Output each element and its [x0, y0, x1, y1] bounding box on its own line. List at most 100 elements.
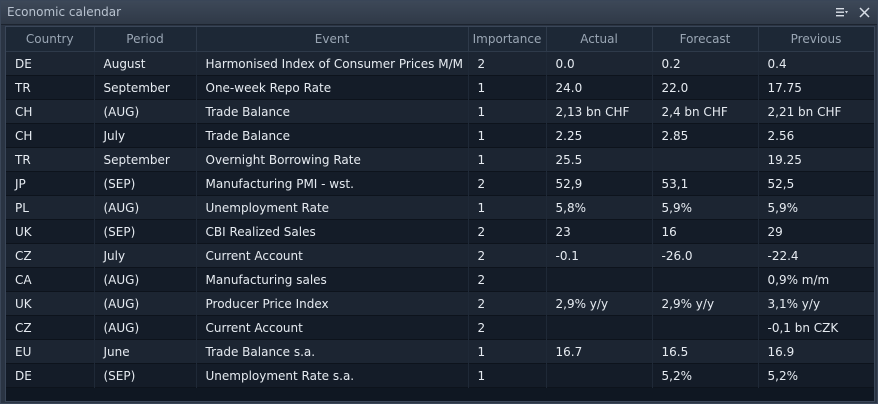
importance-cell: 1 [468, 195, 547, 220]
country-cell: CZ [6, 243, 95, 268]
event-cell: Harmonised Index of Consumer Prices M/M [196, 51, 469, 76]
table-row[interactable]: DE August Harmonised Index of Consumer Pri… [6, 51, 874, 76]
calendar-table-panel: Country Period Event Importance Actual Foreca… [5, 26, 875, 402]
event-cell: Manufacturing PMI - wst. [196, 171, 469, 196]
table-body: DE August Harmonised Index of Consumer Pri… [6, 51, 874, 388]
previous-cell: 29 [758, 219, 874, 244]
forecast-cell: 16 [652, 219, 759, 244]
event-cell: Manufacturing sales [196, 267, 469, 292]
column-importance-header[interactable]: Importance [468, 27, 547, 52]
table-row[interactable]: EU June Trade Balance s.a. 1 16.7 16.5 16.9 [6, 339, 874, 364]
period-cell: (AUG) [94, 195, 197, 220]
column-period-header[interactable]: Period [94, 27, 197, 52]
table-row[interactable]: PL (AUG) Unemployment Rate 1 5,8% 5,9% 5,9% [6, 195, 874, 220]
importance-cell: 1 [468, 339, 547, 364]
forecast-cell: 0.2 [652, 51, 759, 76]
importance-cell: 2 [468, 51, 547, 76]
column-actual-header[interactable]: Actual [546, 27, 653, 52]
table-row[interactable]: CH July Trade Balance 1 2.25 2.85 2.56 [6, 123, 874, 148]
actual-cell: 25.5 [546, 147, 653, 172]
table-row[interactable]: CZ July Current Account 2 -0.1 -26.0 -22.4 [6, 243, 874, 268]
forecast-cell: 5,9% [652, 195, 759, 220]
forecast-cell: 22.0 [652, 75, 759, 100]
actual-cell [546, 315, 653, 340]
economic-calendar-table: Country Period Event Importance Actual Foreca… [6, 27, 874, 388]
actual-cell: 24.0 [546, 75, 653, 100]
country-cell: JP [6, 171, 95, 196]
importance-cell: 1 [468, 147, 547, 172]
forecast-cell [652, 147, 759, 172]
previous-cell: 0.4 [758, 51, 874, 76]
column-previous-header[interactable]: Previous [758, 27, 874, 52]
forecast-cell [652, 267, 759, 292]
period-cell: July [94, 123, 197, 148]
event-cell: Unemployment Rate s.a. [196, 363, 469, 388]
period-cell: September [94, 75, 197, 100]
importance-cell: 2 [468, 267, 547, 292]
importance-cell: 1 [468, 363, 547, 388]
period-cell: (SEP) [94, 171, 197, 196]
forecast-cell: 2,9% y/y [652, 291, 759, 316]
country-cell: PL [6, 195, 95, 220]
table-row[interactable]: CA (AUG) Manufacturing sales 2 0,9% m/m [6, 267, 874, 292]
event-cell: Trade Balance s.a. [196, 339, 469, 364]
previous-cell: 16.9 [758, 339, 874, 364]
table-row[interactable]: DE (SEP) Unemployment Rate s.a. 1 5,2% 5,2% [6, 363, 874, 388]
importance-cell: 2 [468, 219, 547, 244]
table-row[interactable]: JP (SEP) Manufacturing PMI - wst. 2 52,9 53,1… [6, 171, 874, 196]
actual-cell: 5,8% [546, 195, 653, 220]
period-cell: (AUG) [94, 99, 197, 124]
previous-cell: 0,9% m/m [758, 267, 874, 292]
forecast-cell: 2.85 [652, 123, 759, 148]
period-cell: September [94, 147, 197, 172]
importance-cell: 1 [468, 99, 547, 124]
event-cell: Overnight Borrowing Rate [196, 147, 469, 172]
previous-cell: 17.75 [758, 75, 874, 100]
previous-cell: 2,21 bn CHF [758, 99, 874, 124]
settings-menu-icon[interactable] [834, 4, 850, 20]
actual-cell: 0.0 [546, 51, 653, 76]
actual-cell: 2.25 [546, 123, 653, 148]
previous-cell: 52,5 [758, 171, 874, 196]
actual-cell [546, 363, 653, 388]
event-cell: Unemployment Rate [196, 195, 469, 220]
country-cell: TR [6, 147, 95, 172]
country-cell: TR [6, 75, 95, 100]
country-cell: CH [6, 123, 95, 148]
importance-cell: 1 [468, 75, 547, 100]
country-cell: UK [6, 219, 95, 244]
actual-cell: 52,9 [546, 171, 653, 196]
country-cell: CA [6, 267, 95, 292]
period-cell: (AUG) [94, 291, 197, 316]
previous-cell: 2.56 [758, 123, 874, 148]
period-cell: (AUG) [94, 315, 197, 340]
period-cell: (AUG) [94, 267, 197, 292]
period-cell: (SEP) [94, 363, 197, 388]
table-row[interactable]: TR September Overnight Borrowing Rate 1 25.5… [6, 147, 874, 172]
previous-cell: 5,9% [758, 195, 874, 220]
period-cell: July [94, 243, 197, 268]
forecast-cell: 16.5 [652, 339, 759, 364]
table-row[interactable]: CH (AUG) Trade Balance 1 2,13 bn CHF 2,4 bn C… [6, 99, 874, 124]
economic-calendar-window: Economic calendar Country Period Event Impo… [0, 0, 878, 404]
column-forecast-header[interactable]: Forecast [652, 27, 759, 52]
table-header-row: Country Period Event Importance Actual Foreca… [6, 27, 874, 52]
table-row[interactable]: UK (SEP) CBI Realized Sales 2 23 16 29 [6, 219, 874, 244]
column-event-header[interactable]: Event [196, 27, 469, 52]
previous-cell: 5,2% [758, 363, 874, 388]
table-row[interactable]: CZ (AUG) Current Account 2 -0,1 bn CZK [6, 315, 874, 340]
table-row[interactable]: TR September One-week Repo Rate 1 24.0 22.0 17… [6, 75, 874, 100]
actual-cell: 2,13 bn CHF [546, 99, 653, 124]
importance-cell: 2 [468, 243, 547, 268]
table-row[interactable]: UK (AUG) Producer Price Index 2 2,9% y/y 2,9%… [6, 291, 874, 316]
forecast-cell: 5,2% [652, 363, 759, 388]
event-cell: Trade Balance [196, 123, 469, 148]
title-bar[interactable]: Economic calendar [1, 1, 877, 25]
column-country-header[interactable]: Country [6, 27, 95, 52]
period-cell: August [94, 51, 197, 76]
close-icon[interactable] [856, 4, 872, 20]
previous-cell: -22.4 [758, 243, 874, 268]
period-cell: (SEP) [94, 219, 197, 244]
forecast-cell: 2,4 bn CHF [652, 99, 759, 124]
country-cell: CH [6, 99, 95, 124]
